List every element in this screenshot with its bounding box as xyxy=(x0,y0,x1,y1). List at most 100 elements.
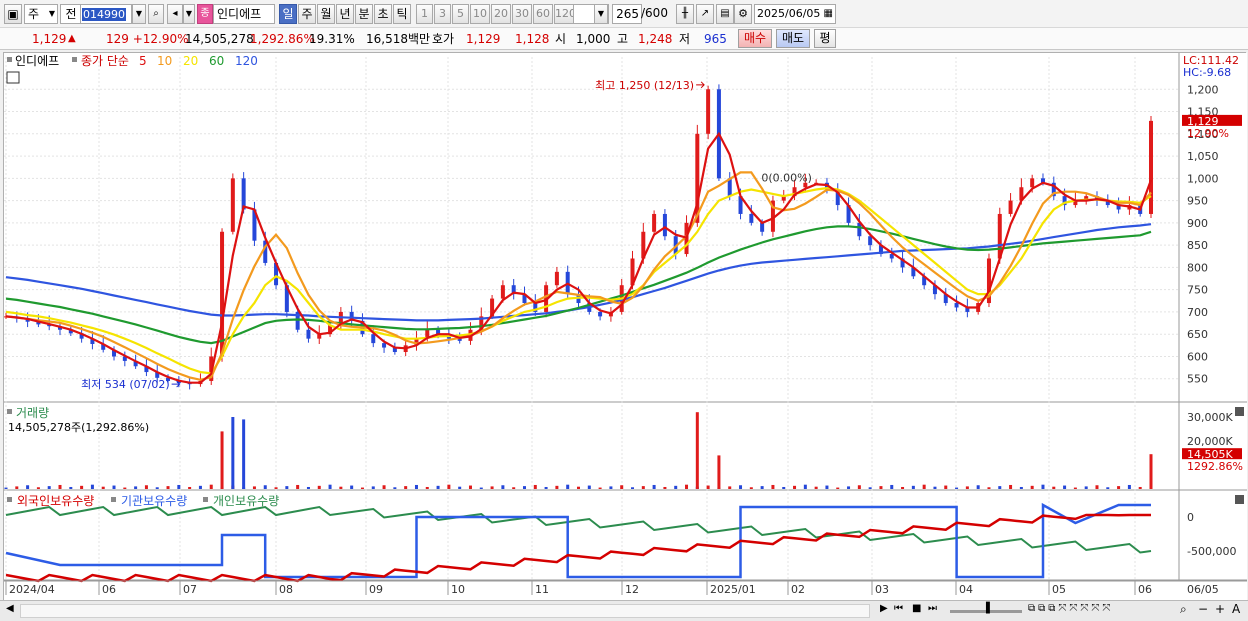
stock-code-input[interactable]: 014990 xyxy=(80,4,132,24)
candle-body xyxy=(1149,120,1153,214)
period-tab[interactable]: 월 xyxy=(317,4,335,24)
period-tab[interactable]: 년 xyxy=(336,4,354,24)
date-value: 2025/06/05 xyxy=(757,7,821,20)
interval-tab[interactable]: 5 xyxy=(452,4,469,24)
save-icon[interactable]: ▤ xyxy=(716,4,734,24)
period-type-select[interactable]: 주 ▼ xyxy=(24,4,58,24)
volume-bar xyxy=(836,487,840,489)
price-axis-tick-label: 550 xyxy=(1187,373,1208,386)
zoom-out-icon[interactable]: − xyxy=(1198,602,1208,616)
volume-bar xyxy=(447,484,451,489)
last-icon[interactable]: ⏭ xyxy=(928,603,937,614)
holdings-axis-tick-label: -500,000 xyxy=(1187,545,1236,558)
volume-bar xyxy=(360,487,364,489)
legend-ma-period: 120 xyxy=(235,54,258,68)
scroll-right-icon[interactable]: ▶ xyxy=(880,603,888,614)
volume-bar xyxy=(490,486,494,489)
sell-button[interactable]: 매도 xyxy=(776,29,810,48)
chart-bg xyxy=(4,53,1247,601)
volume-bar xyxy=(825,485,829,489)
price-axis-tick-label: 850 xyxy=(1187,239,1208,252)
volume-bar xyxy=(1009,484,1013,489)
chevron-down-icon[interactable]: ▼ xyxy=(183,4,195,24)
bid-label: 호가 xyxy=(432,32,455,46)
legend-bullet xyxy=(7,57,12,62)
low-price: 965 xyxy=(704,32,727,46)
hc-label: HC:-9.68 xyxy=(1183,66,1231,79)
search-icon[interactable]: ⌕ xyxy=(1180,602,1187,617)
gear-icon[interactable]: ⚙ xyxy=(734,4,752,24)
font-size-icon[interactable]: A xyxy=(1232,602,1240,616)
interval-tab[interactable]: 3 xyxy=(434,4,451,24)
date-input[interactable]: 2025/06/05 ▦ xyxy=(754,4,836,24)
interval-tab[interactable]: 20 xyxy=(491,4,511,24)
chart-canvas[interactable]: 5506006507007508008509009501,0001,0501,1… xyxy=(4,53,1247,601)
period-tab[interactable]: 분 xyxy=(355,4,373,24)
candle-tool-icon[interactable]: ╫ xyxy=(676,4,694,24)
interval-tab[interactable]: 1 xyxy=(416,4,433,24)
calendar-icon[interactable]: ▦ xyxy=(824,5,833,23)
legend-ma-period: 10 xyxy=(157,54,172,68)
volume-bar xyxy=(522,486,526,489)
volume-bar xyxy=(1127,484,1131,489)
candle-body xyxy=(306,329,311,339)
sound-icon[interactable]: ◂ xyxy=(167,4,183,24)
volume-bar xyxy=(1106,487,1110,489)
interval-tab[interactable]: 10 xyxy=(470,4,490,24)
legend-stock-name: 인디에프 xyxy=(15,54,59,68)
chart-area[interactable]: 550 600 650 700 750 800 850 900 950 1,000 1,050 1,1… xyxy=(3,52,1247,601)
chart-menu-icon[interactable]: ▣ xyxy=(4,4,22,24)
stop-icon[interactable]: ■ xyxy=(912,603,921,614)
holdings-legend-label: 개인보유수량 xyxy=(213,494,279,508)
volume-bar xyxy=(1052,486,1056,489)
price-axis-tick-label: 600 xyxy=(1187,350,1208,363)
open-label: 시 xyxy=(555,32,567,46)
buy-button[interactable]: 매수 xyxy=(738,29,772,48)
volume-pct: 1,292.86% xyxy=(250,32,315,46)
search-icon[interactable]: ⌕ xyxy=(148,4,164,24)
pct-tag: 12.90% xyxy=(1187,127,1229,140)
volume-spike-bar xyxy=(220,431,224,489)
volume-bar xyxy=(641,486,645,489)
stock-name-field[interactable]: 인디에프 xyxy=(213,4,275,24)
quote-bar: 1,129 ▲ 129 +12.90% 14,505,278 1,292.86%… xyxy=(0,28,1248,50)
volume-bar xyxy=(101,486,105,489)
interval-tab[interactable]: 30 xyxy=(512,4,532,24)
volume-bar xyxy=(652,484,656,489)
volume-bar xyxy=(4,487,8,489)
interval-tab[interactable]: 60 xyxy=(533,4,553,24)
draw-tool-icon[interactable]: ↗ xyxy=(696,4,714,24)
x-axis-label: 06 xyxy=(102,583,116,596)
code-dropdown-button[interactable]: ▼ xyxy=(132,4,146,24)
period-tab[interactable]: 틱 xyxy=(393,4,411,24)
view-tools-icon[interactable]: ⧉⧉⧉⤧⤧⤧⤧⤧ xyxy=(1028,603,1113,614)
zoom-handle-icon[interactable]: ▐ xyxy=(982,603,990,614)
volume-bar xyxy=(155,487,159,489)
panel-close-icon xyxy=(1235,495,1244,504)
first-icon[interactable]: ⏮ xyxy=(894,603,903,614)
volume-spike-bar xyxy=(1149,454,1153,489)
volume-bar xyxy=(965,486,969,489)
volume-bar xyxy=(69,486,73,489)
legend-ma-period: 60 xyxy=(209,54,224,68)
period-tab[interactable]: 주 xyxy=(298,4,316,24)
period-tab[interactable]: 일 xyxy=(279,4,297,24)
max-price-annotation: 최고 1,250 (12/13) xyxy=(595,79,694,92)
zoom-in-icon[interactable]: + xyxy=(1215,602,1225,616)
period-type-label: 주 xyxy=(28,7,40,21)
chevron-down-icon[interactable]: ▼ xyxy=(594,4,608,24)
scrollbar-track[interactable] xyxy=(20,604,870,618)
candle-body xyxy=(662,213,667,237)
volume-bar xyxy=(328,484,332,489)
prev-select[interactable]: 전 xyxy=(60,4,82,24)
period-tab[interactable]: 초 xyxy=(374,4,392,24)
avg-button[interactable]: 평 xyxy=(814,29,836,48)
volume-bar xyxy=(479,487,483,489)
volume-bar xyxy=(36,487,40,489)
scroll-left-icon[interactable]: ◀ xyxy=(6,603,14,614)
volume-bar xyxy=(425,486,429,489)
volume-title: 거래량 xyxy=(16,406,49,420)
volume-bar xyxy=(26,485,30,489)
count-input[interactable]: 265 xyxy=(612,4,642,24)
candle-body xyxy=(554,271,559,286)
